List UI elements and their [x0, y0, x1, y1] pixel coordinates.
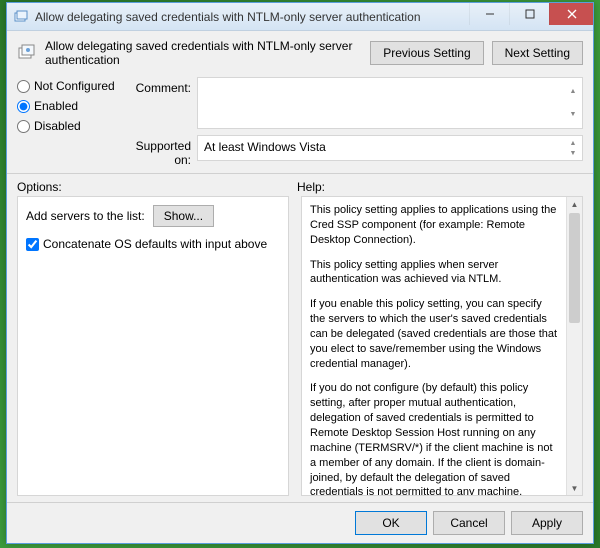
supported-on-value: At least Windows Vista	[204, 140, 326, 154]
supported-label: Supported on:	[117, 135, 197, 167]
previous-setting-button[interactable]: Previous Setting	[370, 41, 483, 65]
window-controls	[469, 3, 593, 30]
chevron-down-icon[interactable]: ▼	[566, 148, 580, 158]
fields-column: Comment: ▲ ▼ Supported on: At least Wind…	[117, 77, 583, 167]
panels-row: Add servers to the list: Show... Concate…	[7, 196, 593, 502]
ok-button[interactable]: OK	[355, 511, 427, 535]
dialog-content: Allow delegating saved credentials with …	[7, 31, 593, 543]
state-radio-group: Not Configured Enabled Disabled	[17, 77, 117, 167]
radio-enabled-label: Enabled	[34, 99, 78, 113]
radio-not-configured-input[interactable]	[17, 80, 30, 93]
maximize-button[interactable]	[509, 3, 549, 25]
options-label: Options:	[17, 180, 297, 194]
minimize-button[interactable]	[469, 3, 509, 25]
help-paragraph: If you do not configure (by default) thi…	[310, 381, 560, 495]
radio-disabled-label: Disabled	[34, 119, 81, 133]
comment-spinner[interactable]: ▲ ▼	[566, 80, 580, 126]
help-paragraph: If you enable this policy setting, you c…	[310, 297, 560, 371]
cancel-button[interactable]: Cancel	[433, 511, 505, 535]
header-row: Allow delegating saved credentials with …	[7, 31, 593, 73]
help-scrollbar[interactable]: ▲ ▼	[566, 197, 582, 495]
dialog-footer: OK Cancel Apply	[7, 502, 593, 543]
comment-label: Comment:	[117, 77, 197, 95]
help-panel: This policy setting applies to applicati…	[301, 196, 583, 496]
panel-labels: Options: Help:	[7, 174, 593, 196]
scroll-up-icon[interactable]: ▲	[567, 197, 582, 211]
dialog-window: Allow delegating saved credentials with …	[6, 2, 594, 544]
help-paragraph: This policy setting applies to applicati…	[310, 203, 560, 248]
scrollbar-thumb[interactable]	[569, 213, 580, 323]
policy-icon	[17, 43, 37, 63]
radio-enabled[interactable]: Enabled	[17, 99, 117, 113]
chevron-up-icon[interactable]: ▲	[566, 80, 580, 103]
next-setting-button[interactable]: Next Setting	[492, 41, 583, 65]
chevron-up-icon[interactable]: ▲	[566, 138, 580, 148]
scroll-down-icon[interactable]: ▼	[567, 481, 582, 495]
radio-disabled[interactable]: Disabled	[17, 119, 117, 133]
radio-disabled-input[interactable]	[17, 120, 30, 133]
help-label: Help:	[297, 180, 325, 194]
help-paragraph: This policy setting applies when server …	[310, 258, 560, 288]
supported-on-field: At least Windows Vista ▲ ▼	[197, 135, 583, 161]
show-button[interactable]: Show...	[153, 205, 214, 227]
policy-title: Allow delegating saved credentials with …	[45, 39, 362, 67]
window-title: Allow delegating saved credentials with …	[35, 10, 469, 24]
app-icon	[13, 9, 29, 25]
options-panel: Add servers to the list: Show... Concate…	[17, 196, 289, 496]
config-area: Not Configured Enabled Disabled Comment:…	[7, 73, 593, 174]
help-text: This policy setting applies to applicati…	[302, 197, 566, 495]
add-servers-row: Add servers to the list: Show...	[26, 205, 280, 227]
concatenate-label: Concatenate OS defaults with input above	[43, 237, 267, 251]
comment-input[interactable]: ▲ ▼	[197, 77, 583, 129]
apply-button[interactable]: Apply	[511, 511, 583, 535]
radio-enabled-input[interactable]	[17, 100, 30, 113]
concatenate-row[interactable]: Concatenate OS defaults with input above	[26, 237, 280, 251]
titlebar: Allow delegating saved credentials with …	[7, 3, 593, 31]
supported-spinner[interactable]: ▲ ▼	[566, 138, 580, 158]
add-servers-label: Add servers to the list:	[26, 209, 145, 223]
concatenate-checkbox[interactable]	[26, 238, 39, 251]
chevron-down-icon[interactable]: ▼	[566, 103, 580, 126]
close-button[interactable]	[549, 3, 593, 25]
radio-not-configured[interactable]: Not Configured	[17, 79, 117, 93]
radio-not-configured-label: Not Configured	[34, 79, 115, 93]
